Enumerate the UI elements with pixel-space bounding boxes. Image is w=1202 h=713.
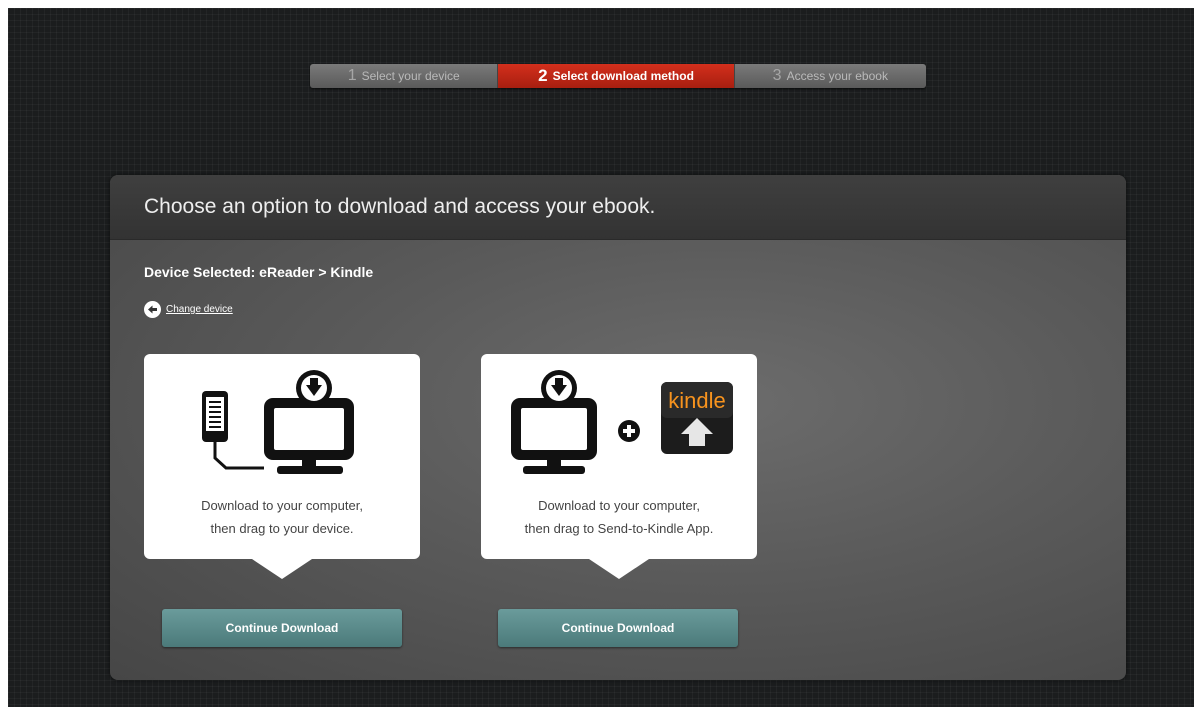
panel-header: Choose an option to download and access … [110,175,1126,240]
option-description-line: Download to your computer, [201,498,363,513]
option-description: Download to your computer, then drag to … [144,494,420,540]
step-label: Select your device [361,69,460,83]
card-pointer [589,559,649,579]
option-illustration: kindle [511,370,733,474]
computer-download-icon [511,370,597,474]
page-title: Choose an option to download and access … [144,195,656,218]
step-number: 1 [347,67,357,84]
step-label: Access your ebook [786,69,888,83]
device-selected-text: Device Selected: eReader > Kindle [144,264,374,280]
continue-download-button[interactable]: Continue Download [162,609,402,647]
download-options-panel: Choose an option to download and access … [110,175,1126,680]
option-description-line: Download to your computer, [538,498,700,513]
step-label: Select download method [552,69,694,83]
change-device-label: Change device [166,304,233,315]
option-description-line: then drag to Send-to-Kindle App. [524,521,714,536]
kindle-app-icon: kindle [661,382,733,454]
step-select-download-method: 2 Select download method [498,64,734,88]
page-background: 1 Select your device 2 Select download m… [8,8,1194,707]
option-card-device[interactable]: Download to your computer, then drag to … [144,354,420,579]
option-description: Download to your computer, then drag to … [481,494,757,540]
change-device-link[interactable]: Change device [144,301,233,318]
option-illustration [202,370,354,474]
step-progress: 1 Select your device 2 Select download m… [310,64,926,88]
continue-download-button[interactable]: Continue Download [498,609,738,647]
option-description-line: then drag to your device. [210,521,354,536]
step-number: 3 [772,67,782,84]
option-card-send-to-kindle[interactable]: kindle Download to your computer, then d… [481,354,757,579]
step-select-device[interactable]: 1 Select your device [310,64,499,88]
kindle-label: kindle [668,388,725,413]
ereader-icon [202,391,264,470]
step-access-ebook: 3 Access your ebook [733,64,926,88]
computer-download-icon [264,370,354,474]
back-arrow-icon [144,301,161,318]
step-number: 2 [538,66,548,85]
plus-icon [618,420,640,442]
card-pointer [252,559,312,579]
